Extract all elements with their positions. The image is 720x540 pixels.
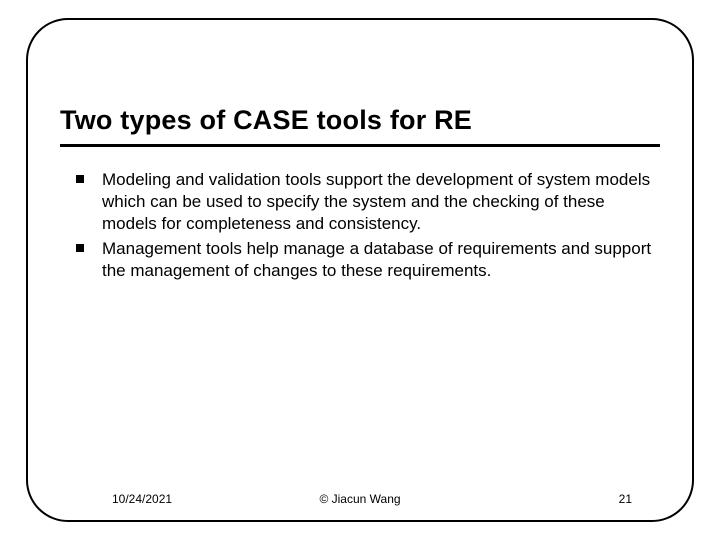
list-item: Management tools help manage a database … (76, 238, 660, 282)
bullet-list: Modeling and validation tools support th… (60, 169, 660, 282)
list-item: Modeling and validation tools support th… (76, 169, 660, 234)
title-underline (60, 144, 660, 147)
slide: Two types of CASE tools for RE Modeling … (0, 0, 720, 540)
footer-copyright: © Jiacun Wang (60, 492, 660, 506)
slide-footer: 10/24/2021 © Jiacun Wang 21 (60, 492, 660, 506)
slide-content: Two types of CASE tools for RE Modeling … (60, 105, 660, 286)
slide-title: Two types of CASE tools for RE (60, 105, 660, 142)
